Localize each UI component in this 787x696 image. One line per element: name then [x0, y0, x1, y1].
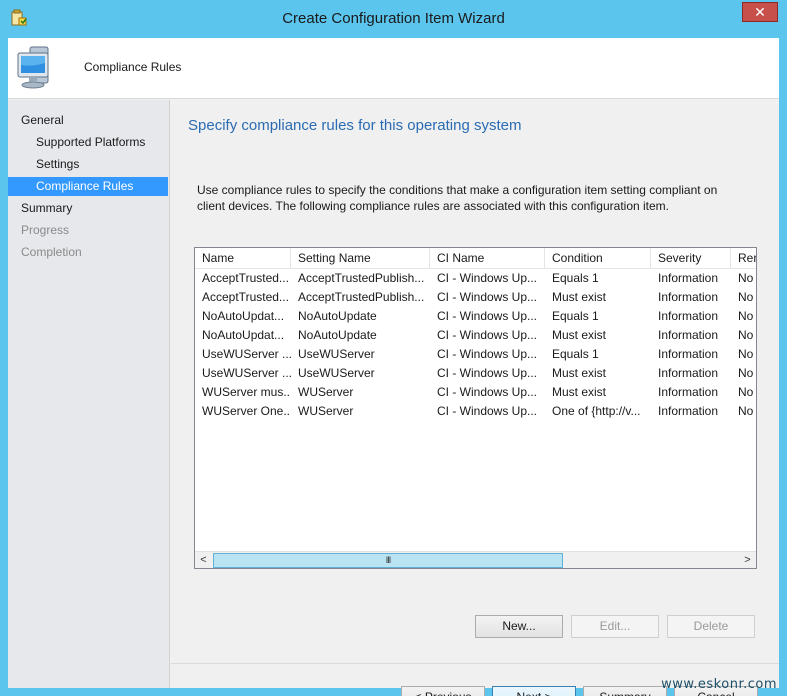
cell-severity: Information: [658, 290, 719, 304]
scroll-thumb[interactable]: III: [213, 553, 563, 568]
cell-setting-name: UseWUServer: [298, 347, 375, 361]
cell-ci-name: CI - Windows Up...: [437, 290, 538, 304]
cell-setting-name: UseWUServer: [298, 366, 375, 380]
scroll-right-arrow-icon[interactable]: >: [739, 552, 756, 568]
title-bar[interactable]: Create Configuration Item Wizard ✕: [0, 0, 787, 38]
cell-remediate: No: [738, 366, 754, 380]
cell-ci-name: CI - Windows Up...: [437, 404, 538, 418]
cell-condition: Must exist: [552, 328, 607, 342]
cell-severity: Information: [658, 366, 719, 380]
table-row[interactable]: AcceptTrusted... AcceptTrustedPublish... C…: [195, 288, 756, 307]
cell-condition: Equals 1: [552, 271, 599, 285]
cell-severity: Information: [658, 271, 719, 285]
cell-remediate: No: [738, 309, 754, 323]
cell-name: NoAutoUpdat...: [202, 309, 285, 323]
cell-ci-name: CI - Windows Up...: [437, 347, 538, 361]
cell-setting-name: WUServer: [298, 385, 354, 399]
column-header-ci-name[interactable]: CI Name: [430, 248, 545, 269]
cell-setting-name: NoAutoUpdate: [298, 328, 377, 342]
cell-remediate: No: [738, 404, 754, 418]
column-header-condition[interactable]: Condition: [545, 248, 651, 269]
next-button[interactable]: Next >: [492, 686, 576, 696]
cell-ci-name: CI - Windows Up...: [437, 309, 538, 323]
close-icon: ✕: [754, 4, 766, 20]
wizard-client-area: Compliance Rules General Supported Platf…: [8, 38, 779, 696]
cell-remediate: No: [738, 290, 754, 304]
cell-name: UseWUServer ...: [202, 366, 291, 380]
nav-item-completion: Completion: [21, 245, 82, 259]
column-header-severity[interactable]: Severity: [651, 248, 731, 269]
cell-condition: One of {http://v...: [552, 404, 641, 418]
cell-remediate: No: [738, 347, 754, 361]
cell-setting-name: AcceptTrustedPublish...: [298, 271, 425, 285]
table-row[interactable]: WUServer One... WUServer CI - Windows Up..…: [195, 402, 756, 421]
window-title: Create Configuration Item Wizard: [282, 10, 505, 27]
new-rule-button[interactable]: New...: [475, 615, 563, 638]
column-header-remediate[interactable]: Rer: [731, 248, 756, 269]
compliance-rules-grid[interactable]: Name Setting Name CI Name Condition Seve…: [194, 247, 757, 569]
footer-divider: [171, 663, 779, 664]
table-row[interactable]: UseWUServer ... UseWUServer CI - Windows U…: [195, 345, 756, 364]
cell-condition: Must exist: [552, 385, 607, 399]
column-header-setting-name[interactable]: Setting Name: [291, 248, 430, 269]
cell-setting-name: AcceptTrustedPublish...: [298, 290, 425, 304]
cell-remediate: No: [738, 271, 754, 285]
cell-remediate: No: [738, 385, 754, 399]
wizard-navigation: General Supported Platforms Settings Com…: [8, 100, 170, 688]
nav-item-summary[interactable]: Summary: [8, 199, 168, 218]
wizard-content: Specify compliance rules for this operat…: [171, 100, 779, 696]
page-title: Specify compliance rules for this operat…: [188, 117, 522, 134]
cell-ci-name: CI - Windows Up...: [437, 328, 538, 342]
horizontal-scrollbar[interactable]: < III >: [195, 551, 756, 568]
cell-severity: Information: [658, 404, 719, 418]
table-row[interactable]: NoAutoUpdat... NoAutoUpdate CI - Windows U…: [195, 326, 756, 345]
cell-severity: Information: [658, 347, 719, 361]
nav-item-general[interactable]: General: [8, 111, 168, 130]
delete-rule-button[interactable]: Delete: [667, 615, 755, 638]
table-row[interactable]: WUServer mus... WUServer CI - Windows Up..…: [195, 383, 756, 402]
cell-name: WUServer One...: [202, 404, 291, 418]
scroll-left-arrow-icon[interactable]: <: [195, 552, 212, 568]
cell-condition: Must exist: [552, 366, 607, 380]
table-row[interactable]: NoAutoUpdat... NoAutoUpdate CI - Windows U…: [195, 307, 756, 326]
nav-item-settings[interactable]: Settings: [8, 155, 168, 174]
cell-name: AcceptTrusted...: [202, 290, 289, 304]
cell-setting-name: WUServer: [298, 404, 354, 418]
watermark-text: www.eskonr.com: [661, 677, 777, 692]
cell-severity: Information: [658, 328, 719, 342]
previous-button[interactable]: < Previous: [401, 686, 485, 696]
table-row[interactable]: AcceptTrusted... AcceptTrustedPublish... C…: [195, 269, 756, 288]
cell-ci-name: CI - Windows Up...: [437, 385, 538, 399]
cell-condition: Equals 1: [552, 347, 599, 361]
grid-header: Name Setting Name CI Name Condition Seve…: [195, 248, 756, 269]
table-row[interactable]: UseWUServer ... UseWUServer CI - Windows U…: [195, 364, 756, 383]
cell-name: AcceptTrusted...: [202, 271, 289, 285]
nav-item-supported-platforms[interactable]: Supported Platforms: [8, 133, 168, 152]
cell-setting-name: NoAutoUpdate: [298, 309, 377, 323]
nav-item-compliance-rules[interactable]: Compliance Rules: [8, 177, 168, 196]
cell-remediate: No: [738, 328, 754, 342]
cell-condition: Must exist: [552, 290, 607, 304]
cell-severity: Information: [658, 385, 719, 399]
edit-rule-button[interactable]: Edit...: [571, 615, 659, 638]
nav-item-progress: Progress: [21, 223, 70, 237]
wizard-header: Compliance Rules: [8, 38, 779, 99]
computer-icon: [16, 43, 68, 93]
header-title: Compliance Rules: [84, 60, 182, 74]
cell-severity: Information: [658, 309, 719, 323]
column-header-name[interactable]: Name: [195, 248, 291, 269]
cell-ci-name: CI - Windows Up...: [437, 366, 538, 380]
cell-name: UseWUServer ...: [202, 347, 291, 361]
summary-button[interactable]: Summary: [583, 686, 667, 696]
page-description: Use compliance rules to specify the cond…: [197, 183, 718, 213]
cell-ci-name: CI - Windows Up...: [437, 271, 538, 285]
cell-condition: Equals 1: [552, 309, 599, 323]
wizard-window: Create Configuration Item Wizard ✕ Compl…: [0, 0, 787, 696]
close-window-button[interactable]: ✕: [742, 2, 778, 22]
cell-name: WUServer mus...: [202, 385, 291, 399]
cell-name: NoAutoUpdat...: [202, 328, 285, 342]
